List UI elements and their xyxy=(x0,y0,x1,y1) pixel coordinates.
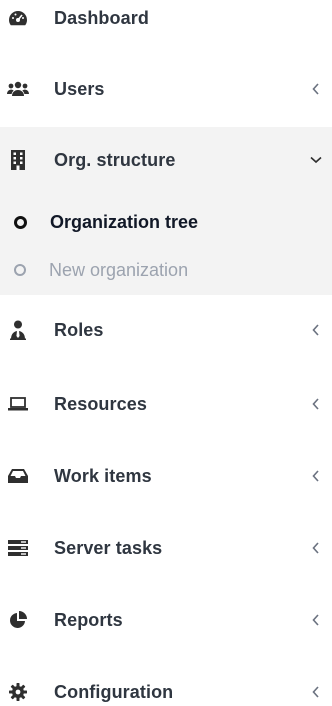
sidebar-item-label: Work items xyxy=(54,465,152,486)
sidebar-item-server-tasks[interactable]: Server tasks xyxy=(0,520,332,576)
submenu-item-new-organization[interactable]: New organization xyxy=(0,253,332,287)
sidebar-item-label: Server tasks xyxy=(54,537,163,558)
sidebar-item-org-structure[interactable]: Org. structure xyxy=(0,132,332,188)
sidebar-item-label: Resources xyxy=(54,393,147,414)
building-icon xyxy=(6,148,30,172)
sidebar-item-work-items[interactable]: Work items xyxy=(0,448,332,504)
sidebar-item-reports[interactable]: Reports xyxy=(0,592,332,648)
chevron-left-icon xyxy=(310,542,322,554)
sidebar-item-label: Reports xyxy=(54,609,123,630)
sidebar-item-users[interactable]: Users xyxy=(0,61,332,117)
gear-icon xyxy=(6,680,30,704)
sidebar-item-roles[interactable]: Roles xyxy=(0,302,332,358)
sidebar-item-label: Roles xyxy=(54,319,104,340)
user-tie-icon xyxy=(6,318,30,342)
server-icon xyxy=(6,536,30,560)
chevron-left-icon xyxy=(310,398,322,410)
chevron-left-icon xyxy=(310,324,322,336)
submenu-item-organization-tree[interactable]: Organization tree xyxy=(0,205,332,239)
submenu-item-label: New organization xyxy=(49,259,189,280)
circle-icon xyxy=(14,264,26,276)
inbox-icon xyxy=(6,464,30,488)
sidebar-item-label: Users xyxy=(54,78,105,99)
sidebar-nav: Dashboard Users Org. structure Organizat… xyxy=(0,0,332,706)
circle-icon xyxy=(14,215,27,229)
users-icon xyxy=(6,77,30,101)
sidebar-item-configuration[interactable]: Configuration xyxy=(0,664,332,706)
chevron-left-icon xyxy=(310,614,322,626)
chevron-left-icon xyxy=(310,470,322,482)
sidebar-item-label: Configuration xyxy=(54,681,174,702)
chevron-left-icon xyxy=(310,83,322,95)
pie-chart-icon xyxy=(6,608,30,632)
sidebar-item-label: Org. structure xyxy=(54,149,176,170)
laptop-icon xyxy=(6,392,30,416)
sidebar-item-dashboard[interactable]: Dashboard xyxy=(0,0,332,46)
dashboard-icon xyxy=(6,6,30,30)
chevron-left-icon xyxy=(310,686,322,698)
submenu-item-label: Organization tree xyxy=(50,211,199,232)
sidebar-item-label: Dashboard xyxy=(54,7,149,28)
sidebar-item-resources[interactable]: Resources xyxy=(0,376,332,432)
chevron-down-icon xyxy=(310,154,322,166)
